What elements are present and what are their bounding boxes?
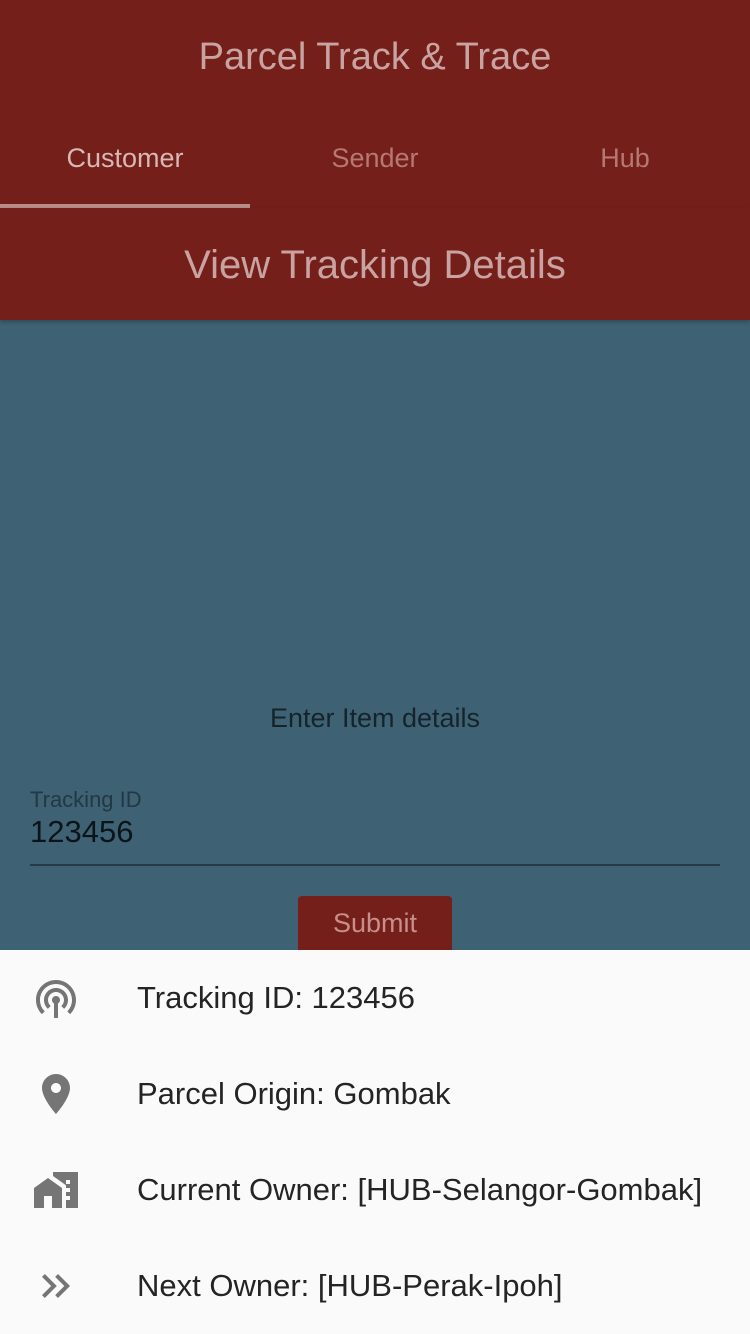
detail-text: Parcel Origin: Gombak [137, 1076, 451, 1111]
detail-text: Next Owner: [HUB-Perak-Ipoh] [137, 1268, 563, 1303]
tab-sender[interactable]: Sender [250, 128, 500, 208]
detail-row-origin: Parcel Origin: Gombak [0, 1046, 750, 1142]
tracking-id-input[interactable] [30, 812, 720, 852]
tracking-id-underline [30, 864, 720, 866]
detail-text: Current Owner: [HUB-Selangor-Gombak] [137, 1172, 703, 1207]
tab-bar: Customer Sender Hub [0, 128, 750, 208]
location-pin-icon [42, 1074, 70, 1114]
form-prompt: Enter Item details [269, 703, 481, 733]
detail-text: Tracking ID: 123456 [137, 980, 416, 1015]
detail-row-tracking-id: Tracking ID: 123456 [0, 950, 750, 1046]
detail-row-next-owner: Next Owner: [HUB-Perak-Ipoh] [0, 1238, 750, 1334]
tab-customer[interactable]: Customer [0, 128, 250, 208]
detail-row-current-owner: Current Owner: [HUB-Selangor-Gombak] [0, 1142, 750, 1238]
home-work-icon [34, 1172, 78, 1208]
tab-hub[interactable]: Hub [500, 128, 750, 208]
tracking-id-label: Tracking ID [30, 787, 142, 812]
app-title: Parcel Track & Trace [198, 36, 552, 78]
double-chevron-right-icon [42, 1274, 70, 1298]
section-title: View Tracking Details [184, 243, 566, 287]
section-header: View Tracking Details [0, 208, 750, 320]
app-bar: Parcel Track & Trace Customer Sender Hub [0, 0, 750, 208]
submit-button[interactable]: Submit [298, 896, 452, 950]
tracking-details-sheet: Tracking ID: 123456 Parcel Origin: Gomba… [0, 950, 750, 1334]
tracking-signal-icon [36, 980, 76, 1018]
